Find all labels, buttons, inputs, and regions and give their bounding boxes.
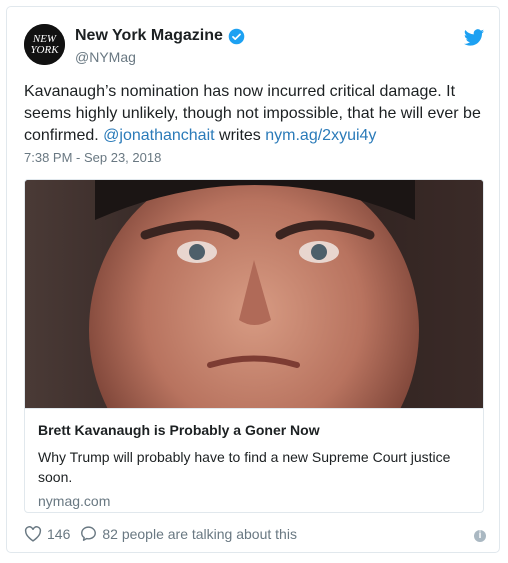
article-photo[interactable] [25,180,483,408]
verified-badge-icon [228,28,245,44]
mention-link[interactable]: @jonathanchait [103,127,214,144]
account-handle[interactable]: @NYMag [75,49,136,65]
heart-icon[interactable] [24,525,42,542]
article-domain[interactable]: nymag.com [38,493,110,509]
talking-about-link[interactable]: 82 people are talking about this [102,526,297,542]
portrait-photo-illustration [25,180,483,408]
link-preview-text[interactable]: Brett Kavanaugh is Probably a Goner Now … [25,408,483,509]
nymag-logo-icon: NEW YORK [24,24,65,65]
tweet-text: Kavanaugh’s nomination has now incurred … [24,81,484,147]
like-count[interactable]: 146 [47,526,70,542]
article-headline[interactable]: Brett Kavanaugh is Probably a Goner Now [38,422,320,438]
link-preview-card[interactable]: Brett Kavanaugh is Probably a Goner Now … [24,179,484,513]
account-name[interactable]: New York Magazine [75,27,223,45]
tweet-embed-card: NEW YORK New York Magazine @NYMag Kavana… [6,6,500,553]
tweet-text-part2: writes [214,127,266,144]
tweet-timestamp[interactable]: 7:38 PM - Sep 23, 2018 [24,150,161,165]
svg-text:YORK: YORK [30,44,59,56]
twitter-bird-icon[interactable] [463,27,485,49]
article-description[interactable]: Why Trump will probably have to find a n… [38,447,458,487]
tweet-actions: 146 82 people are talking about this [24,525,297,542]
comment-bubble-icon[interactable] [80,525,97,542]
nymag-avatar[interactable]: NEW YORK [24,24,65,65]
article-short-link[interactable]: nym.ag/2xyui4y [265,127,376,144]
info-icon[interactable]: i [474,530,486,542]
account-name-row[interactable]: New York Magazine [75,27,245,45]
